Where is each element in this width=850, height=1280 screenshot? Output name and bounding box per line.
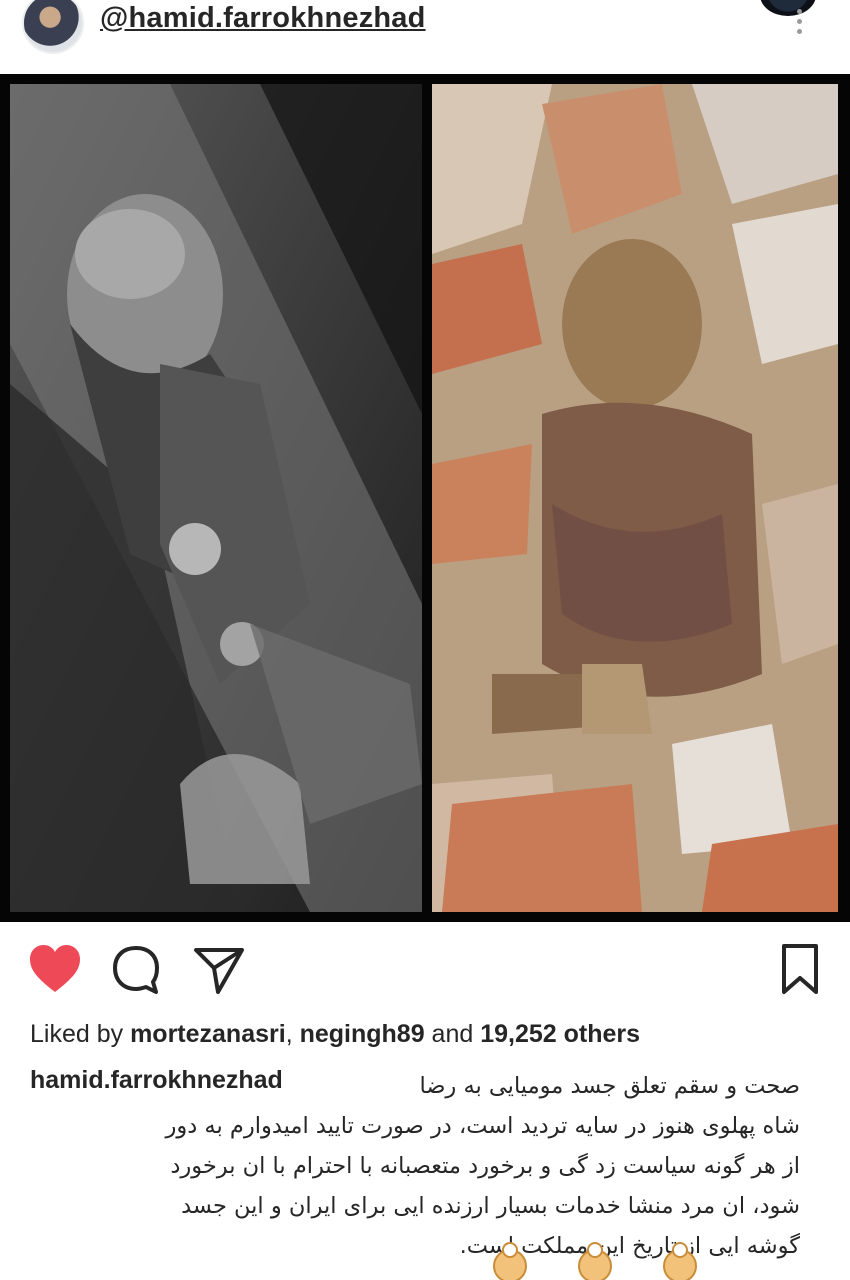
left-photo — [10, 84, 422, 912]
more-options-icon[interactable] — [793, 6, 805, 38]
right-photo-art — [432, 84, 838, 912]
post-username[interactable]: @hamid.farrokhnezhad — [100, 2, 426, 35]
likes-sep: , — [285, 1020, 300, 1048]
caption-line-2: شاه پهلوی هنوز در سایه تردید است، در صور… — [165, 1113, 800, 1139]
comment-bubble-icon[interactable] — [108, 940, 164, 1000]
likes-prefix: Liked by — [30, 1020, 131, 1048]
send-paper-plane-icon[interactable] — [190, 940, 246, 1000]
bookmark-icon[interactable] — [772, 940, 828, 1000]
story-avatar[interactable] — [760, 0, 816, 16]
post-header: @hamid.farrokhnezhad — [0, 0, 850, 72]
likes-count[interactable]: 19,252 others — [480, 1020, 640, 1048]
likes-mid: and — [424, 1020, 481, 1048]
caption-line-3: از هر گونه سیاست زد گی و برخورد متعصبانه… — [170, 1153, 800, 1179]
caption-line-1: صحت و سقم تعلق جسد مومیایی به رضا — [419, 1073, 800, 1099]
likes-summary[interactable]: Liked by mortezanasri, negingh89 and 19,… — [30, 1020, 640, 1049]
heart-filled-icon[interactable] — [27, 940, 83, 1000]
ok-hand-emoji — [493, 1242, 697, 1280]
liker-mortezanasri[interactable]: mortezanasri — [130, 1020, 286, 1048]
right-photo — [432, 84, 838, 912]
action-bar — [0, 940, 850, 1010]
caption-username[interactable]: hamid.farrokhnezhad — [30, 1066, 283, 1095]
caption-line-4: شود، ان مرد منشا خدمات بسیار ارزنده ایی … — [181, 1193, 800, 1219]
profile-avatar[interactable] — [22, 0, 84, 54]
left-photo-art — [10, 84, 422, 912]
liker-negingh89[interactable]: negingh89 — [300, 1020, 425, 1048]
